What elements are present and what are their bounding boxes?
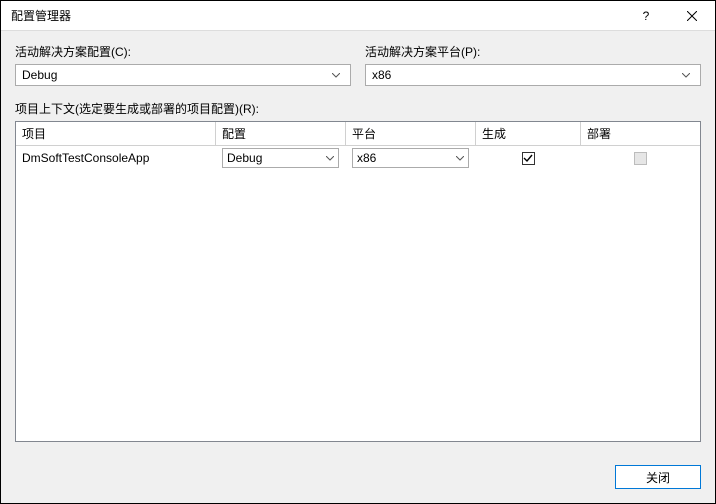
build-checkbox[interactable] (522, 152, 535, 165)
chevron-down-icon (678, 73, 694, 78)
active-platform-combo[interactable]: x86 (365, 64, 701, 86)
cell-project: DmSoftTestConsoleApp (16, 151, 216, 165)
grid-header: 项目 配置 平台 生成 部署 (16, 122, 700, 146)
config-manager-dialog: 配置管理器 ? 活动解决方案配置(C): Debug 活动解决方案平台(P): (0, 0, 716, 504)
close-icon (687, 11, 697, 21)
row-platform-value: x86 (357, 151, 456, 165)
table-row: DmSoftTestConsoleApp Debug x86 (16, 146, 700, 170)
active-platform-label: 活动解决方案平台(P): (365, 43, 701, 60)
context-label: 项目上下文(选定要生成或部署的项目配置)(R): (15, 100, 701, 117)
row-config-combo[interactable]: Debug (222, 148, 339, 168)
row-config-value: Debug (227, 151, 326, 165)
check-icon (523, 154, 533, 163)
grid-body: DmSoftTestConsoleApp Debug x86 (16, 146, 700, 441)
active-config-combo[interactable]: Debug (15, 64, 351, 86)
active-config-label: 活动解决方案配置(C): (15, 43, 351, 60)
active-config-value: Debug (22, 68, 328, 82)
project-grid: 项目 配置 平台 生成 部署 DmSoftTestConsoleApp Debu… (15, 121, 701, 442)
cell-build (476, 152, 581, 165)
active-platform-group: 活动解决方案平台(P): x86 (365, 43, 701, 86)
titlebar: 配置管理器 ? (1, 1, 715, 31)
top-row: 活动解决方案配置(C): Debug 活动解决方案平台(P): x86 (15, 43, 701, 86)
chevron-down-icon (328, 73, 344, 78)
window-close-button[interactable] (669, 1, 715, 31)
close-button[interactable]: 关闭 (615, 465, 701, 489)
header-project[interactable]: 项目 (16, 122, 216, 145)
cell-deploy (581, 152, 700, 165)
active-config-group: 活动解决方案配置(C): Debug (15, 43, 351, 86)
content-area: 活动解决方案配置(C): Debug 活动解决方案平台(P): x86 (1, 31, 715, 454)
footer: 关闭 (1, 454, 715, 503)
header-config[interactable]: 配置 (216, 122, 346, 145)
header-build[interactable]: 生成 (476, 122, 581, 145)
cell-config: Debug (216, 148, 346, 168)
help-icon: ? (643, 9, 650, 23)
cell-platform: x86 (346, 148, 476, 168)
window-title: 配置管理器 (11, 7, 623, 24)
active-platform-value: x86 (372, 68, 678, 82)
header-deploy[interactable]: 部署 (581, 122, 700, 145)
help-button[interactable]: ? (623, 1, 669, 31)
deploy-checkbox (634, 152, 647, 165)
row-platform-combo[interactable]: x86 (352, 148, 469, 168)
chevron-down-icon (456, 156, 464, 161)
chevron-down-icon (326, 156, 334, 161)
header-platform[interactable]: 平台 (346, 122, 476, 145)
close-button-label: 关闭 (646, 469, 670, 486)
